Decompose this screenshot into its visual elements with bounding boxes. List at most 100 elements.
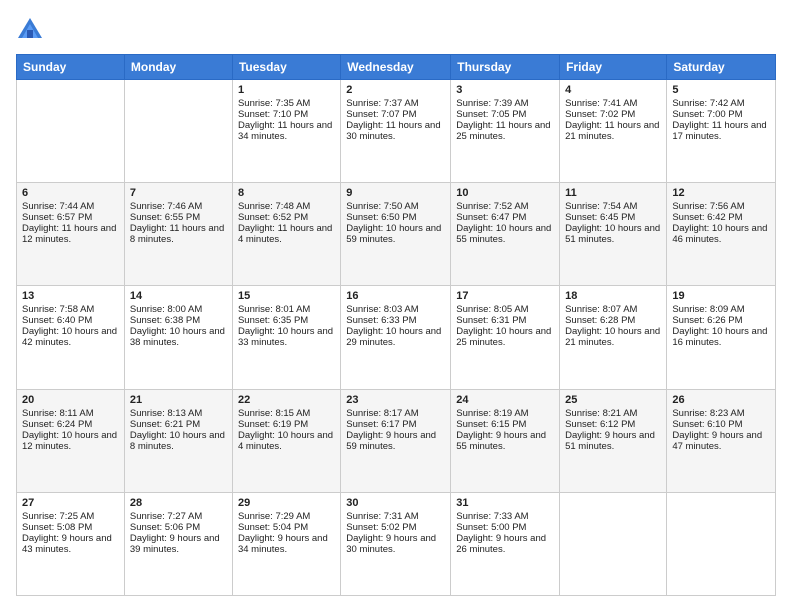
- calendar-cell: [17, 80, 125, 183]
- cell-info: Daylight: 11 hours and 17 minutes.: [672, 120, 770, 142]
- cell-info: Sunset: 6:19 PM: [238, 419, 335, 430]
- calendar-cell: 5Sunrise: 7:42 AMSunset: 7:00 PMDaylight…: [667, 80, 776, 183]
- cell-info: Sunset: 6:42 PM: [672, 212, 770, 223]
- day-number: 8: [238, 187, 335, 199]
- calendar-week: 13Sunrise: 7:58 AMSunset: 6:40 PMDayligh…: [17, 286, 776, 389]
- day-number: 28: [130, 497, 227, 509]
- cell-info: Daylight: 10 hours and 8 minutes.: [130, 430, 227, 452]
- calendar-cell: 30Sunrise: 7:31 AMSunset: 5:02 PMDayligh…: [341, 492, 451, 595]
- cell-info: Sunrise: 7:31 AM: [346, 511, 445, 522]
- cell-info: Sunrise: 7:50 AM: [346, 201, 445, 212]
- calendar-cell: 16Sunrise: 8:03 AMSunset: 6:33 PMDayligh…: [341, 286, 451, 389]
- day-number: 27: [22, 497, 119, 509]
- day-number: 15: [238, 290, 335, 302]
- calendar-cell: 29Sunrise: 7:29 AMSunset: 5:04 PMDayligh…: [232, 492, 340, 595]
- cell-info: Daylight: 10 hours and 12 minutes.: [22, 430, 119, 452]
- calendar-cell: 20Sunrise: 8:11 AMSunset: 6:24 PMDayligh…: [17, 389, 125, 492]
- cell-info: Sunset: 6:28 PM: [565, 315, 661, 326]
- day-header: Monday: [124, 55, 232, 80]
- cell-info: Daylight: 11 hours and 12 minutes.: [22, 223, 119, 245]
- calendar-week: 20Sunrise: 8:11 AMSunset: 6:24 PMDayligh…: [17, 389, 776, 492]
- day-header: Tuesday: [232, 55, 340, 80]
- calendar-cell: 7Sunrise: 7:46 AMSunset: 6:55 PMDaylight…: [124, 183, 232, 286]
- day-number: 21: [130, 394, 227, 406]
- cell-info: Sunrise: 7:52 AM: [456, 201, 554, 212]
- cell-info: Sunrise: 7:39 AM: [456, 98, 554, 109]
- cell-info: Sunset: 6:47 PM: [456, 212, 554, 223]
- calendar-cell: 21Sunrise: 8:13 AMSunset: 6:21 PMDayligh…: [124, 389, 232, 492]
- cell-info: Daylight: 10 hours and 59 minutes.: [346, 223, 445, 245]
- cell-info: Sunrise: 7:44 AM: [22, 201, 119, 212]
- cell-info: Sunset: 7:10 PM: [238, 109, 335, 120]
- calendar-cell: 8Sunrise: 7:48 AMSunset: 6:52 PMDaylight…: [232, 183, 340, 286]
- day-number: 3: [456, 84, 554, 96]
- cell-info: Daylight: 11 hours and 4 minutes.: [238, 223, 335, 245]
- cell-info: Sunrise: 8:15 AM: [238, 408, 335, 419]
- calendar-cell: 14Sunrise: 8:00 AMSunset: 6:38 PMDayligh…: [124, 286, 232, 389]
- cell-info: Sunset: 5:04 PM: [238, 522, 335, 533]
- cell-info: Sunrise: 7:25 AM: [22, 511, 119, 522]
- cell-info: Sunset: 6:35 PM: [238, 315, 335, 326]
- day-number: 23: [346, 394, 445, 406]
- header: [16, 16, 776, 44]
- cell-info: Sunrise: 7:46 AM: [130, 201, 227, 212]
- cell-info: Sunrise: 7:29 AM: [238, 511, 335, 522]
- day-number: 7: [130, 187, 227, 199]
- day-number: 14: [130, 290, 227, 302]
- cell-info: Daylight: 10 hours and 51 minutes.: [565, 223, 661, 245]
- cell-info: Sunset: 6:57 PM: [22, 212, 119, 223]
- calendar-cell: 12Sunrise: 7:56 AMSunset: 6:42 PMDayligh…: [667, 183, 776, 286]
- logo-icon: [16, 16, 44, 44]
- cell-info: Daylight: 10 hours and 21 minutes.: [565, 326, 661, 348]
- calendar-cell: 18Sunrise: 8:07 AMSunset: 6:28 PMDayligh…: [560, 286, 667, 389]
- cell-info: Daylight: 11 hours and 34 minutes.: [238, 120, 335, 142]
- day-header: Friday: [560, 55, 667, 80]
- day-number: 22: [238, 394, 335, 406]
- cell-info: Daylight: 9 hours and 26 minutes.: [456, 533, 554, 555]
- cell-info: Daylight: 9 hours and 39 minutes.: [130, 533, 227, 555]
- cell-info: Daylight: 10 hours and 42 minutes.: [22, 326, 119, 348]
- cell-info: Sunrise: 8:23 AM: [672, 408, 770, 419]
- cell-info: Sunset: 6:15 PM: [456, 419, 554, 430]
- cell-info: Daylight: 9 hours and 55 minutes.: [456, 430, 554, 452]
- calendar-cell: 23Sunrise: 8:17 AMSunset: 6:17 PMDayligh…: [341, 389, 451, 492]
- day-number: 4: [565, 84, 661, 96]
- cell-info: Sunset: 7:00 PM: [672, 109, 770, 120]
- day-number: 12: [672, 187, 770, 199]
- calendar-cell: 10Sunrise: 7:52 AMSunset: 6:47 PMDayligh…: [451, 183, 560, 286]
- calendar-cell: 11Sunrise: 7:54 AMSunset: 6:45 PMDayligh…: [560, 183, 667, 286]
- calendar-cell: [124, 80, 232, 183]
- cell-info: Sunset: 5:02 PM: [346, 522, 445, 533]
- cell-info: Daylight: 10 hours and 33 minutes.: [238, 326, 335, 348]
- cell-info: Daylight: 9 hours and 51 minutes.: [565, 430, 661, 452]
- day-number: 31: [456, 497, 554, 509]
- cell-info: Sunset: 6:52 PM: [238, 212, 335, 223]
- cell-info: Daylight: 11 hours and 30 minutes.: [346, 120, 445, 142]
- calendar-cell: 25Sunrise: 8:21 AMSunset: 6:12 PMDayligh…: [560, 389, 667, 492]
- cell-info: Sunset: 5:08 PM: [22, 522, 119, 533]
- cell-info: Daylight: 10 hours and 25 minutes.: [456, 326, 554, 348]
- cell-info: Sunrise: 7:37 AM: [346, 98, 445, 109]
- cell-info: Sunset: 6:38 PM: [130, 315, 227, 326]
- cell-info: Sunrise: 8:01 AM: [238, 304, 335, 315]
- day-header: Wednesday: [341, 55, 451, 80]
- cell-info: Sunset: 6:55 PM: [130, 212, 227, 223]
- calendar-week: 27 Sunrise: 7:25 AMSunset: 5:08 PM Dayligh…: [17, 492, 776, 595]
- cell-info: Sunrise: 8:03 AM: [346, 304, 445, 315]
- calendar-cell: 1Sunrise: 7:35 AMSunset: 7:10 PMDaylight…: [232, 80, 340, 183]
- day-number: 24: [456, 394, 554, 406]
- day-number: 19: [672, 290, 770, 302]
- cell-info: Sunrise: 8:17 AM: [346, 408, 445, 419]
- day-number: 9: [346, 187, 445, 199]
- calendar-cell: 27Sunrise: 7:25 AMSunset: 5:08 PMDayligh…: [17, 492, 125, 595]
- day-header: Saturday: [667, 55, 776, 80]
- cell-info: Sunrise: 7:54 AM: [565, 201, 661, 212]
- cell-info: Sunset: 6:21 PM: [130, 419, 227, 430]
- cell-info: Daylight: 9 hours and 59 minutes.: [346, 430, 445, 452]
- cell-info: Sunset: 6:50 PM: [346, 212, 445, 223]
- calendar-cell: 13Sunrise: 7:58 AMSunset: 6:40 PMDayligh…: [17, 286, 125, 389]
- cell-info: Sunrise: 7:42 AM: [672, 98, 770, 109]
- day-number: 18: [565, 290, 661, 302]
- day-number: 17: [456, 290, 554, 302]
- cell-info: Sunset: 5:06 PM: [130, 522, 227, 533]
